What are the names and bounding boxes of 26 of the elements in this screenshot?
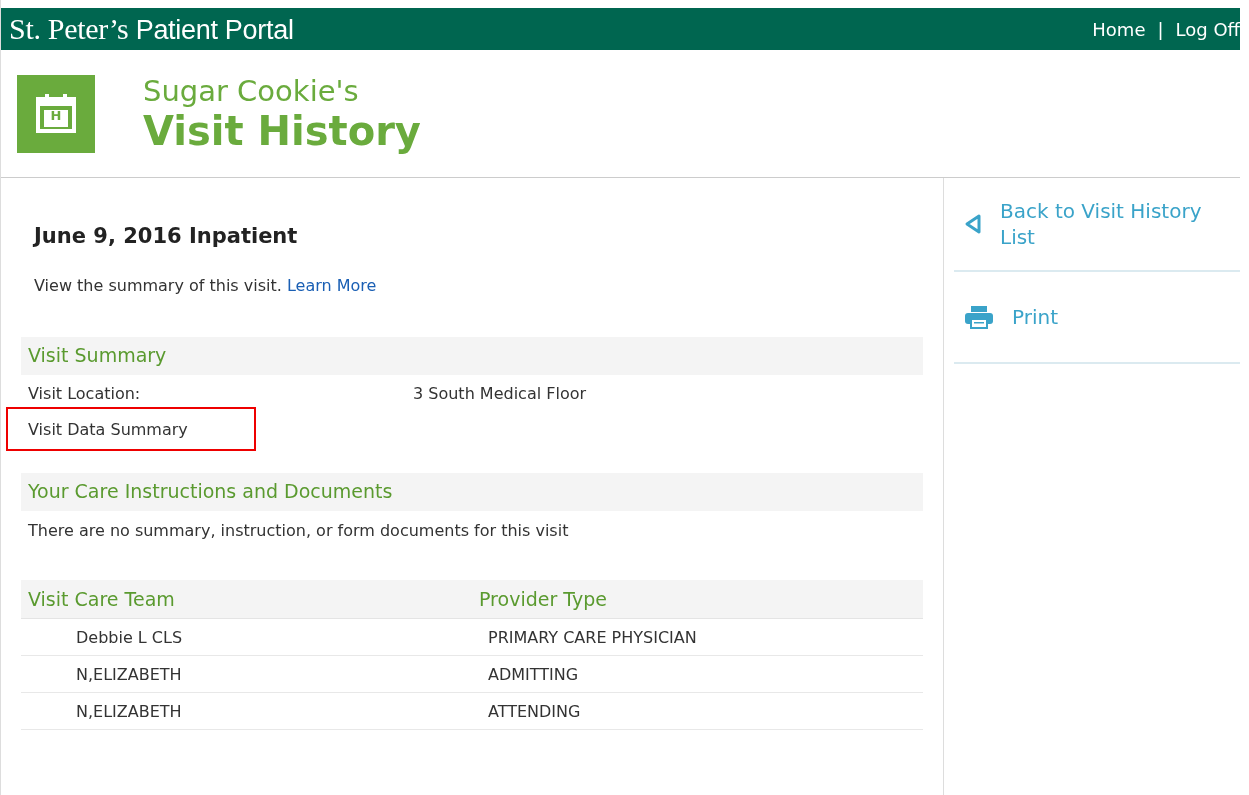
- nav-link[interactable]: Log Off: [1175, 18, 1240, 40]
- field-label: Visit Location:: [27, 383, 142, 403]
- visit-title: June 9, 2016 Inpatient: [34, 224, 299, 248]
- table-cell-text: Debbie L CLS: [75, 627, 184, 647]
- intro-text: View the summary of this visit. Learn More: [34, 276, 378, 295]
- learn-more-link[interactable]: Learn More: [286, 276, 377, 295]
- patient-name: Sugar Cookie's: [143, 73, 360, 108]
- section-header: Visit Summary: [21, 337, 923, 375]
- table-cell: PRIMARY CARE PHYSICIAN: [488, 627, 697, 647]
- table-cell: ATTENDING: [488, 701, 581, 721]
- column-header: Visit Care Team: [27, 588, 176, 610]
- field-label: Visit Data Summary: [6, 407, 256, 451]
- table-cell-text: N,ELIZABETH: [75, 701, 183, 721]
- printer-icon: [964, 305, 994, 329]
- table-cell-text: N,ELIZABETH: [75, 664, 183, 684]
- triangle-icon: [964, 213, 982, 235]
- nav-link[interactable]: Home: [1092, 18, 1146, 40]
- link-separator: |: [1157, 18, 1164, 40]
- column-header: Provider Type: [478, 588, 608, 610]
- empty-message: There are no summary, instruction, or form documents for this visit: [28, 521, 570, 540]
- table-cell: ADMITTING: [488, 664, 579, 684]
- field-value: 3 South Medical Floor: [413, 383, 587, 403]
- section-header: Your Care Instructions and Documents: [21, 473, 923, 511]
- page-title: Visit History: [143, 107, 421, 154]
- portal-logo-text: St. Peter’s Patient Portal: [9, 12, 294, 46]
- calendar-icon: H: [17, 74, 95, 153]
